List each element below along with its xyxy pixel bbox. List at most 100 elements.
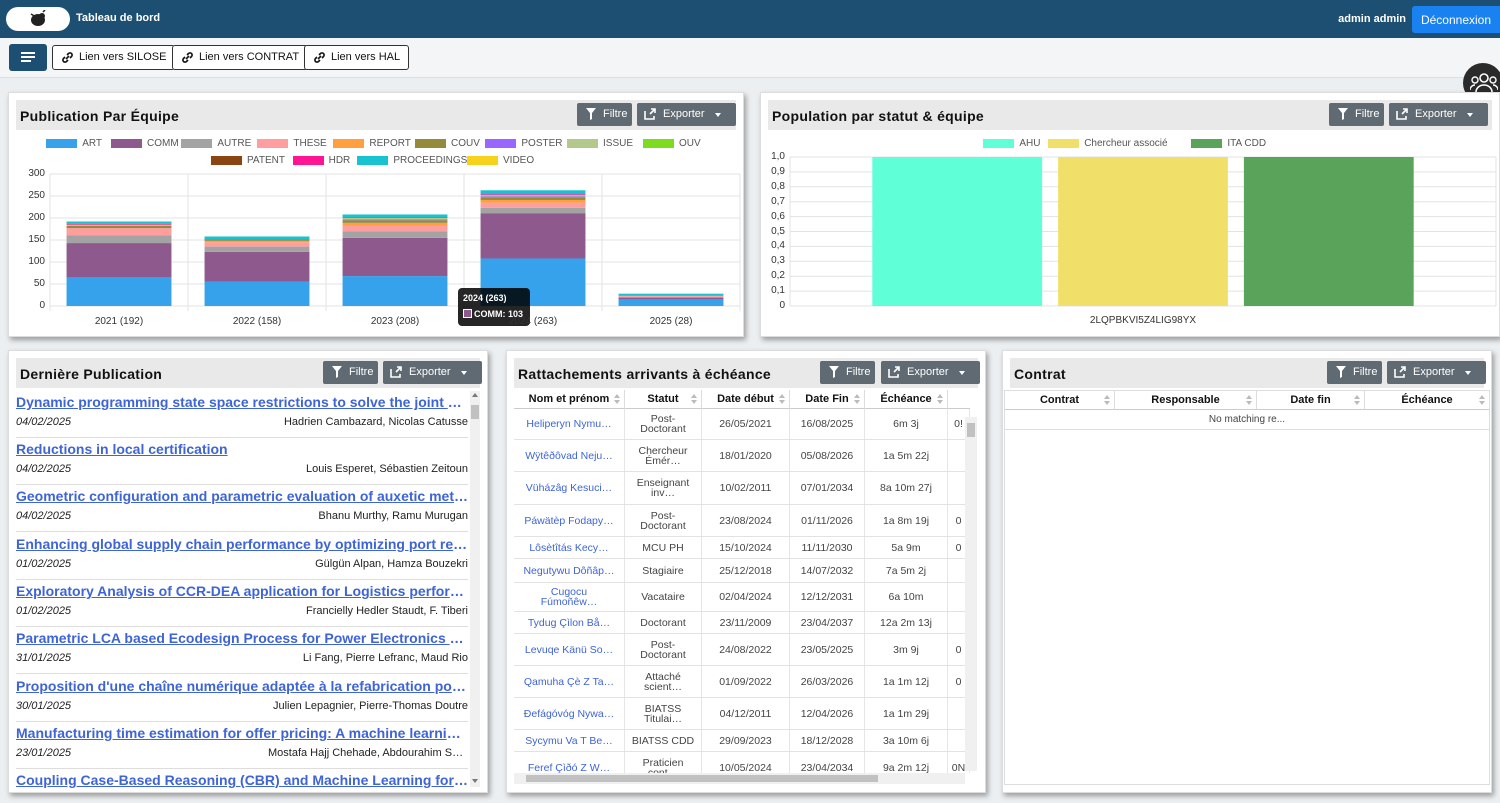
col-header-date-fin[interactable]: Date Fin: [790, 390, 865, 409]
cell-name[interactable]: Tydug Çìlon Bå…: [514, 612, 625, 633]
publication-title-link[interactable]: Manufacturing time estimation for offer …: [16, 725, 468, 741]
filter-button[interactable]: Filtre: [1327, 361, 1382, 384]
header-label: Date début: [717, 393, 774, 405]
cell-name[interactable]: Ðefágóvóg Nywa…: [514, 698, 625, 729]
cell-date-debut: 04/12/2011: [702, 698, 790, 729]
publication-date: 04/02/2025: [16, 510, 72, 522]
cell-name[interactable]: Vüházâg Kesuci…: [514, 472, 625, 504]
bar-segment: [342, 220, 448, 223]
publication-date: 01/02/2025: [16, 605, 72, 617]
publication-title-link[interactable]: Exploratory Analysis of CCR-DEA applicat…: [16, 583, 468, 599]
scrollbar-thumb[interactable]: [967, 423, 975, 437]
table-row[interactable]: Páwätèp Fodapy… Post- Doctorant 23/08/2024…: [514, 505, 970, 537]
cell-echeance: 6m 3j: [865, 409, 948, 439]
bar-segment: [204, 251, 310, 282]
scroll-up-icon[interactable]: [472, 393, 478, 397]
cell-date-fin: 05/08/2026: [790, 440, 865, 471]
publication-title-link[interactable]: Parametric LCA based Ecodesign Process f…: [16, 630, 468, 646]
table-row[interactable]: Heliperyn Nymu… Post- Doctorant 26/05/2021…: [514, 409, 970, 440]
bar-segment: [342, 218, 448, 220]
col-header-contrat[interactable]: Contrat: [1005, 391, 1115, 410]
list-item: Enhancing global supply chain performanc…: [16, 533, 468, 580]
cell-name[interactable]: Qamuha Çè Z Ta…: [514, 666, 625, 697]
col-header-name[interactable]: Nom et prénom: [514, 390, 625, 409]
publication-title-link[interactable]: Geometric configuration and parametric e…: [16, 488, 468, 504]
cell-name[interactable]: Cugocu Fúmoñêw…: [514, 583, 625, 611]
header-label: Nom et prénom: [528, 393, 610, 405]
table-row[interactable]: Tydug Çìlon Bå… Doctorant 23/11/2009 23/04/…: [514, 612, 970, 634]
logout-button[interactable]: Déconnexion: [1412, 6, 1500, 33]
table-row[interactable]: Qamuha Çè Z Ta… Attaché scient… 01/09/2022…: [514, 666, 970, 698]
cell-echeance: 12a 2m 13j: [865, 612, 948, 633]
menu-toggle-button[interactable]: [9, 44, 47, 71]
y-tick-label: 50: [33, 278, 45, 289]
col-header-echeance[interactable]: Échéance: [865, 390, 948, 409]
cell-statut: Post- Doctorant: [625, 505, 702, 536]
cell-date-fin: 01/11/2026: [790, 505, 865, 536]
publication-title-link[interactable]: Coupling Case-Based Reasoning (CBR) and …: [16, 772, 468, 788]
publication-list: Dynamic programming state space restrict…: [16, 391, 468, 789]
tooltip-swatch: [463, 309, 472, 318]
cell-statut: BIATSS CDD: [625, 730, 702, 751]
scrollbar-thumb[interactable]: [526, 775, 878, 782]
link-silose-button[interactable]: Lien vers SILOSE: [52, 45, 176, 70]
table-row[interactable]: Negutywu Dôñâp… Stagiaire 25/12/2018 14/07/…: [514, 559, 970, 583]
horizontal-scrollbar[interactable]: [514, 773, 965, 784]
y-tick-label: 0: [779, 300, 785, 311]
vertical-scrollbar[interactable]: [470, 391, 480, 787]
cell-name[interactable]: Sycymu Va T Be…: [514, 730, 625, 751]
publication-title-link[interactable]: Reductions in local certification: [16, 441, 468, 457]
link-toolbar: Lien vers SILOSE Lien vers CONTRAT Lien …: [0, 38, 1500, 78]
col-header-date-debut[interactable]: Date début: [702, 390, 790, 409]
cell-name[interactable]: Heliperyn Nymu…: [514, 409, 625, 439]
table-row[interactable]: Sycymu Va T Be… BIATSS CDD 29/09/2023 18/12…: [514, 730, 970, 752]
cell-date-debut: 10/02/2011: [702, 472, 790, 504]
cell-name[interactable]: Negutywu Dôñâp…: [514, 559, 625, 582]
col-header-date-fin[interactable]: Date fin: [1257, 391, 1365, 410]
export-button[interactable]: Exporter: [881, 361, 980, 384]
y-tick-label: 0,8: [771, 180, 785, 192]
publication-title-link[interactable]: Enhancing global supply chain performanc…: [16, 536, 468, 552]
cell-name[interactable]: Páwätèp Fodapy…: [514, 505, 625, 536]
export-button[interactable]: Exporter: [1387, 361, 1486, 384]
publication-title-link[interactable]: Dynamic programming state space restrict…: [16, 394, 468, 410]
vertical-scrollbar[interactable]: [965, 417, 977, 771]
table-row[interactable]: Feref Çìðó Z W… Praticien cont… 10/05/2024…: [514, 752, 970, 773]
bar-segment: [66, 225, 172, 229]
cell-name[interactable]: Levuqe Känü So…: [514, 634, 625, 665]
app-logo[interactable]: [6, 7, 70, 31]
table-row[interactable]: Ðefágóvóg Nywa… BIATSS Titulai… 04/12/2011…: [514, 698, 970, 730]
link-contrat-button[interactable]: Lien vers CONTRAT: [172, 45, 309, 70]
scroll-down-icon[interactable]: [472, 779, 478, 783]
filter-button[interactable]: Filtre: [820, 361, 875, 384]
cell-name[interactable]: Feref Çìðó Z W…: [514, 752, 625, 773]
table-row[interactable]: Levuqe Känü So… Post- Doctorant 24/08/2022…: [514, 634, 970, 666]
cell-name[interactable]: Lôsètîtás Kecy…: [514, 537, 625, 558]
col-header-responsable[interactable]: Responsable: [1115, 391, 1257, 410]
cell-echeance: 3a 10m 6j: [865, 730, 948, 751]
bar-segment: [204, 239, 310, 241]
link-silose-label: Lien vers SILOSE: [79, 51, 167, 63]
col-header-echeance[interactable]: Échéance: [1365, 391, 1489, 410]
cell-echeance: 1a 1m 29j: [865, 698, 948, 729]
table-row[interactable]: Cugocu Fúmoñêw… Vacataire 02/04/2024 12/12/…: [514, 583, 970, 612]
bar-segment: [618, 296, 724, 298]
filter-button[interactable]: Filtre: [323, 361, 378, 384]
bar-segment: [480, 190, 586, 195]
sort-icon: [937, 394, 943, 406]
scrollbar-thumb[interactable]: [471, 405, 479, 419]
link-hal-button[interactable]: Lien vers HAL: [304, 45, 410, 70]
col-header-statut[interactable]: Statut: [625, 390, 702, 409]
table-row[interactable]: Vüházâg Kesuci… Enseignant inv… 10/02/2011…: [514, 472, 970, 505]
table-row[interactable]: Lôsètîtás Kecy… MCU PH 15/10/2024 11/11/203…: [514, 537, 970, 559]
export-button[interactable]: Exporter: [383, 361, 482, 384]
cell-name[interactable]: Wÿtêðôvad Neju…: [514, 440, 625, 471]
list-item: Parametric LCA based Ecodesign Process f…: [16, 627, 468, 674]
table-row[interactable]: Wÿtêðôvad Neju… Chercheur Émér… 18/01/2020…: [514, 440, 970, 472]
page-title: Tableau de bord: [76, 12, 161, 24]
bar-segment: [342, 214, 448, 218]
publication-title-link[interactable]: Proposition d'une chaîne numérique adapt…: [16, 678, 468, 694]
bar-segment: [480, 195, 586, 197]
header-label: Échéance: [1401, 394, 1453, 406]
y-tick-label: 300: [28, 168, 45, 179]
